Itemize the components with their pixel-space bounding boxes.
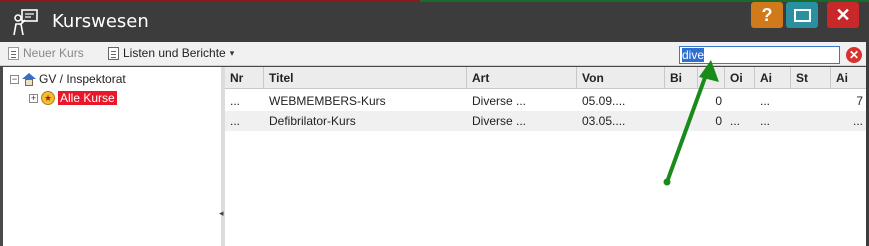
cell-titel: Defibrilator-Kurs [269,114,356,128]
navigation-tree: − GV / Inspektorat + ★ Alle Kurse [3,67,221,246]
app-icon [13,9,38,36]
title-bar: Kurswesen ? ✕ [0,0,869,42]
table-row[interactable]: ... Defibrilator-Kurs Diverse ... 03.05.… [225,111,866,131]
cell-bi [665,111,698,131]
chevron-down-icon: ▾ [229,47,235,58]
tree-node-label: Alle Kurse [58,91,117,105]
cell-st [791,111,831,131]
column-header-von[interactable]: Von [577,67,665,89]
cell-st [791,91,831,111]
column-header-bi[interactable]: Bi [665,67,698,89]
cell-art: Diverse ... [472,114,527,128]
close-icon: ✕ [835,4,851,25]
cell-ai-2: 7 [856,94,863,108]
help-button[interactable]: ? [751,2,783,28]
expand-icon[interactable]: + [29,93,38,103]
toolbar: Neuer Kurs Listen und Berichte ▾ dive ✕ [0,42,866,66]
cell-ai: ... [760,94,771,108]
maximize-button[interactable] [786,2,818,28]
tree-node-label: GV / Inspektorat [39,72,126,86]
search-input[interactable]: dive [679,46,840,64]
collapse-panel-icon[interactable]: ◂ [219,208,224,219]
cell-titel: WEBMEMBERS-Kurs [269,94,386,108]
clear-search-button[interactable]: ✕ [846,47,862,63]
cell-bi [665,91,698,111]
tree-node-root[interactable]: − GV / Inspektorat [10,72,126,86]
tree-node-all-courses[interactable]: + ★ Alle Kurse [29,91,117,105]
window-title: Kurswesen [52,11,149,32]
cell-art: Diverse ... [472,94,527,108]
cell-oi [725,91,755,111]
courses-grid: Nr Titel Art Von Bi Oi Ai St Ai ... WEBM… [225,67,866,246]
maximize-icon [793,8,811,22]
close-button[interactable]: ✕ [827,2,859,28]
cell-blank: 0 [715,114,722,128]
table-row[interactable]: ... WEBMEMBERS-Kurs Diverse ... 05.09...… [225,91,866,111]
new-course-label: Neuer Kurs [23,46,84,60]
cell-nr: ... [230,94,241,108]
document-icon [108,46,119,60]
clear-icon: ✕ [848,48,860,62]
cell-ai: ... [760,114,771,128]
column-header-oi[interactable]: Oi [725,67,755,89]
top-accent-strip [0,0,420,2]
cell-von: 05.09.... [582,94,626,108]
column-header-blank[interactable] [698,67,725,89]
column-header-ai-2[interactable]: Ai [831,67,866,89]
cell-nr: ... [230,114,241,128]
collapse-icon[interactable]: − [10,74,19,84]
new-document-icon [8,46,19,60]
lists-and-reports-menu[interactable]: Listen und Berichte ▾ [108,46,234,60]
medal-icon: ★ [41,91,55,105]
column-header-st[interactable]: St [791,67,831,89]
house-icon [22,72,36,86]
column-header-art[interactable]: Art [467,67,577,89]
help-icon: ? [761,4,773,25]
lists-and-reports-label: Listen und Berichte [123,46,226,60]
column-header-ai[interactable]: Ai [755,67,791,89]
cell-ai-2: ... [852,114,863,128]
cell-von: 03.05.... [582,114,626,128]
new-course-button[interactable]: Neuer Kurs [8,46,84,60]
column-header-titel[interactable]: Titel [264,67,467,89]
grid-header: Nr Titel Art Von Bi Oi Ai St Ai [225,67,866,89]
column-header-nr[interactable]: Nr [225,67,264,89]
cell-blank: 0 [715,94,722,108]
cell-oi: ... [730,114,741,128]
search-input-value: dive [682,48,705,62]
